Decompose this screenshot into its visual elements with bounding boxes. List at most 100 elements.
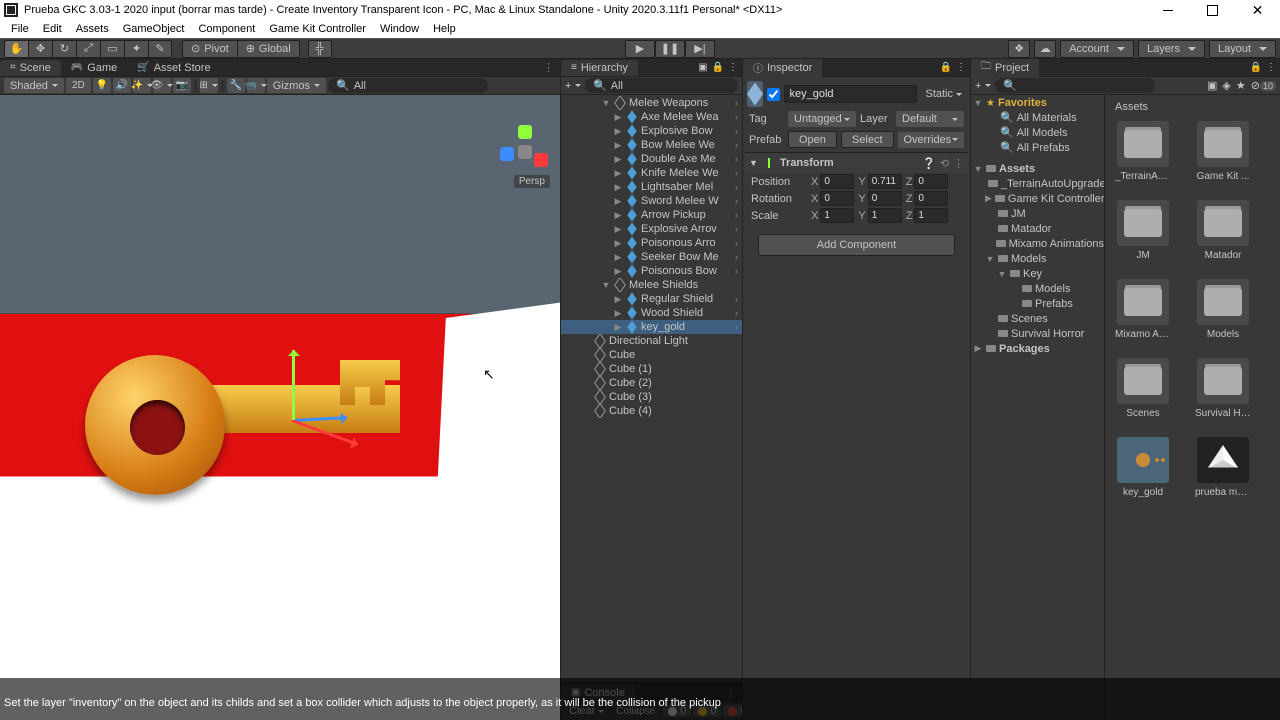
panel-lock-icon[interactable]: 🔒 <box>1250 62 1262 73</box>
menu-game-kit-controller[interactable]: Game Kit Controller <box>262 23 373 35</box>
project-asset[interactable]: Models <box>1195 279 1251 340</box>
hierarchy-item[interactable]: ▶Explosive Bow› <box>561 124 742 138</box>
hierarchy-item[interactable]: ▶Double Axe Me› <box>561 152 742 166</box>
cloud-icon[interactable]: ☁ <box>1034 40 1056 58</box>
rot-x[interactable] <box>820 191 854 206</box>
hierarchy-item[interactable]: ▶Regular Shield› <box>561 292 742 306</box>
camera-icon[interactable]: 📷 <box>173 78 191 93</box>
hierarchy-item[interactable]: Cube (1) <box>561 362 742 376</box>
hierarchy-item[interactable]: ▶Sword Melee W› <box>561 194 742 208</box>
hierarchy-item[interactable]: ▶Arrow Pickup› <box>561 208 742 222</box>
scl-y[interactable] <box>868 208 902 223</box>
play-button[interactable]: ▶ <box>625 40 655 58</box>
project-tree-item[interactable]: _TerrainAutoUpgrade <box>971 176 1104 191</box>
menu-component[interactable]: Component <box>191 23 262 35</box>
project-tree-item[interactable]: 🔍All Prefabs <box>971 140 1104 155</box>
scene-viewport[interactable]: Persp ↖ <box>0 95 560 720</box>
project-asset[interactable]: key_gold <box>1115 437 1171 498</box>
menu-window[interactable]: Window <box>373 23 426 35</box>
project-tree-item[interactable]: ▼Assets <box>971 161 1104 176</box>
project-tree-item[interactable]: Models <box>971 281 1104 296</box>
project-tree-item[interactable]: JM <box>971 206 1104 221</box>
menu-help[interactable]: Help <box>426 23 463 35</box>
panel-maximize-icon[interactable]: ▣ <box>698 62 707 73</box>
fold-icon[interactable]: ▼ <box>749 158 758 168</box>
prefab-open[interactable]: Open <box>788 131 837 148</box>
project-asset[interactable]: _TerrainAu... <box>1115 121 1171 182</box>
project-grid[interactable]: Assets _TerrainAu...Game Kit ...JMMatado… <box>1105 95 1280 720</box>
persp-label[interactable]: Persp <box>514 175 550 188</box>
hierarchy-item[interactable]: Cube <box>561 348 742 362</box>
save-search-icon[interactable]: ★ <box>1236 79 1246 92</box>
window-minimize[interactable] <box>1145 0 1190 20</box>
multi-tool[interactable]: ✦ <box>124 40 148 58</box>
snap-toggle[interactable]: ╬ <box>308 40 332 58</box>
hierarchy-item[interactable]: Cube (2) <box>561 376 742 390</box>
space-toggle[interactable]: ⊕Global <box>237 40 300 58</box>
project-tree-item[interactable]: ▼Models <box>971 251 1104 266</box>
hierarchy-item[interactable]: ▶Axe Melee Wea› <box>561 110 742 124</box>
tag-dropdown[interactable]: Untagged <box>788 111 856 127</box>
reset-icon[interactable]: ⟲ <box>940 157 949 170</box>
prefab-select[interactable]: Select <box>841 131 894 148</box>
pos-x[interactable] <box>820 174 854 189</box>
scene-vis-icon[interactable]: 👁 <box>153 78 171 93</box>
panel-menu-icon[interactable]: ⋮ <box>728 62 738 73</box>
project-asset[interactable]: prueba mo... <box>1195 437 1251 498</box>
step-button[interactable]: ▶| <box>685 40 715 58</box>
scene-search[interactable]: 🔍All <box>328 78 488 93</box>
layers-dropdown[interactable]: Layers <box>1138 40 1205 58</box>
tab-game[interactable]: 🎮Game <box>61 60 127 76</box>
project-tree-item[interactable]: ▼Favorites <box>971 95 1104 110</box>
hidden-packages-icon[interactable]: ⊘10 <box>1251 79 1276 92</box>
project-tree-item[interactable]: Mixamo Animations <box>971 236 1104 251</box>
grid-icon[interactable]: ⊞ <box>200 78 218 93</box>
project-tree-item[interactable]: Scenes <box>971 311 1104 326</box>
project-tree-item[interactable]: 🔍All Materials <box>971 110 1104 125</box>
project-folder-tree[interactable]: ▼Favorites🔍All Materials🔍All Models🔍All … <box>971 95 1105 720</box>
hierarchy-item[interactable]: Cube (3) <box>561 390 742 404</box>
rot-z[interactable] <box>914 191 948 206</box>
project-tree-item[interactable]: ▼Key <box>971 266 1104 281</box>
panel-menu-icon[interactable]: ⋮ <box>1266 62 1276 73</box>
draw-mode-icon[interactable]: 📹 <box>247 78 265 93</box>
tab-hierarchy[interactable]: ≡Hierarchy <box>561 60 638 76</box>
tool-settings-icon[interactable]: 🔧 <box>227 78 245 93</box>
scl-z[interactable] <box>914 208 948 223</box>
hierarchy-add[interactable]: + <box>565 80 581 92</box>
project-asset[interactable]: Matador <box>1195 200 1251 261</box>
pause-button[interactable]: ❚❚ <box>655 40 685 58</box>
move-tool[interactable]: ✥ <box>28 40 52 58</box>
tab-scene[interactable]: ⌗Scene <box>0 60 61 76</box>
hierarchy-item[interactable]: ▶key_gold› <box>561 320 742 334</box>
hierarchy-item[interactable]: ▶Poisonous Arro› <box>561 236 742 250</box>
menu-edit[interactable]: Edit <box>36 23 69 35</box>
project-asset[interactable]: Scenes <box>1115 358 1171 419</box>
panel-menu-icon[interactable]: ⋮ <box>956 62 966 73</box>
filter-by-type-icon[interactable]: ▣ <box>1207 79 1217 92</box>
gameobject-active-checkbox[interactable] <box>767 88 780 101</box>
menu-assets[interactable]: Assets <box>69 23 116 35</box>
hierarchy-tree[interactable]: ▼Melee Weapons›▶Axe Melee Wea›▶Explosive… <box>561 95 742 682</box>
rect-tool[interactable]: ▭ <box>100 40 124 58</box>
prefab-overrides[interactable]: Overrides <box>898 132 965 148</box>
pos-y[interactable] <box>868 174 902 189</box>
help-icon[interactable]: ❔ <box>922 157 936 170</box>
fx-icon[interactable]: ✨ <box>133 78 151 93</box>
rot-y[interactable] <box>868 191 902 206</box>
collab-icon[interactable]: ❖ <box>1008 40 1030 58</box>
project-tree-item[interactable]: ▶Game Kit Controller <box>971 191 1104 206</box>
hierarchy-item[interactable]: ▶Bow Melee We› <box>561 138 742 152</box>
menu-file[interactable]: File <box>4 23 36 35</box>
hierarchy-item[interactable]: Directional Light <box>561 334 742 348</box>
scale-tool[interactable]: ⤢ <box>76 40 100 58</box>
panel-lock-icon[interactable]: 🔒 <box>940 62 952 73</box>
project-search[interactable]: 🔍 <box>995 78 1155 93</box>
layout-dropdown[interactable]: Layout <box>1209 40 1276 58</box>
project-tree-item[interactable]: Survival Horror <box>971 326 1104 341</box>
hierarchy-item[interactable]: ▼Melee Weapons› <box>561 96 742 110</box>
project-asset[interactable]: Game Kit ... <box>1195 121 1251 182</box>
hierarchy-item[interactable]: ▶Poisonous Bow› <box>561 264 742 278</box>
hierarchy-item[interactable]: ▶Lightsaber Mel› <box>561 180 742 194</box>
lighting-icon[interactable]: 💡 <box>93 78 111 93</box>
